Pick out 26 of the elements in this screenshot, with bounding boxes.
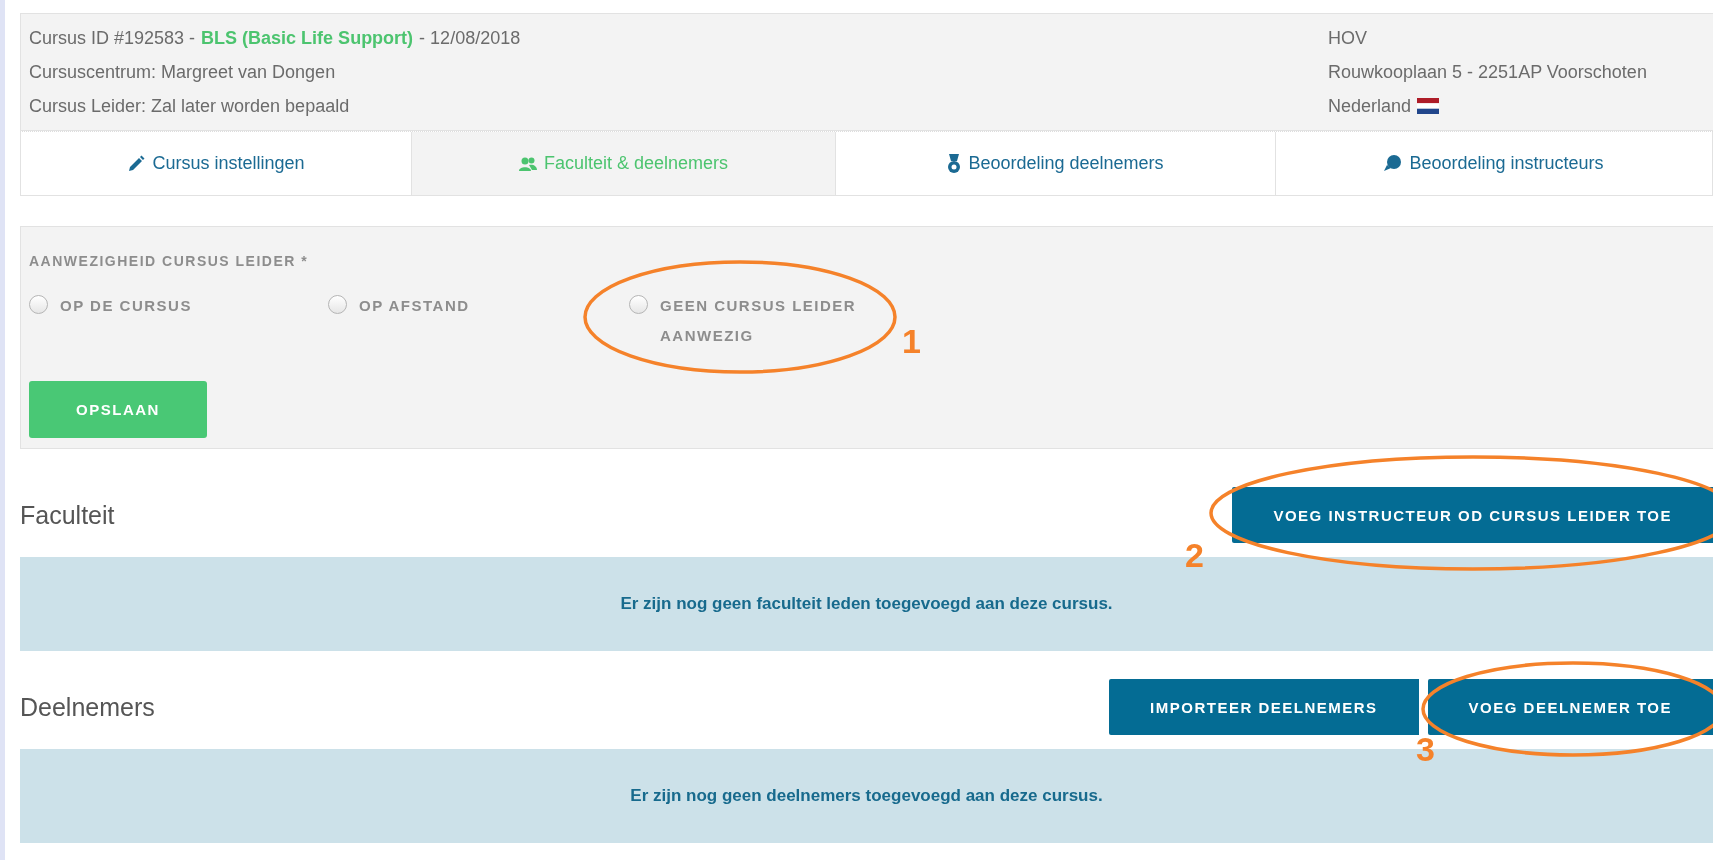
location-name: HOV [1328,27,1368,50]
annotation-number: 1 [902,322,921,361]
section-title: Deelnemers [20,692,155,722]
course-center-text: Cursuscentrum: Margreet van Dongen [29,61,337,84]
add-participant-button[interactable]: VOEG DEELNEMER TOE [1427,679,1713,735]
field-label: AANWEZIGHEID CURSUS LEIDER * [29,253,310,269]
import-button[interactable]: IMPORTEER DEELNEMERS [1109,679,1419,735]
course-name: BLS (Basic Life Support) [201,27,414,50]
course-info-text: Cursus ID #192583 - [29,27,196,50]
netherlands-flag-icon [1417,98,1440,114]
radio-button[interactable] [629,295,648,314]
course-info-text: - 12/08/2018 [419,27,521,50]
radio-label[interactable]: OP AFSTAND [359,291,470,321]
pencil-icon [127,154,146,173]
location-country: Nederland [1328,95,1412,118]
course-leader-text: Cursus Leider: Zal later worden bepaald [29,95,351,118]
section-title: Faculteit [20,500,115,530]
chat-icon [1384,155,1403,172]
medal-icon [947,153,962,174]
radio-button[interactable] [29,295,48,314]
users-icon [518,155,537,172]
radio-button[interactable] [328,295,347,314]
radio-label[interactable]: OP DE CURSUS [60,291,192,321]
radio-label[interactable]: GEEN CURSUS LEIDER AANWEZIG [660,291,889,351]
location-address: Rouwkooplaan 5 - 2251AP Voorschoten [1328,61,1648,84]
add-instructor-button[interactable]: VOEG INSTRUCTEUR OD CURSUS LEIDER TOE [1232,487,1713,543]
